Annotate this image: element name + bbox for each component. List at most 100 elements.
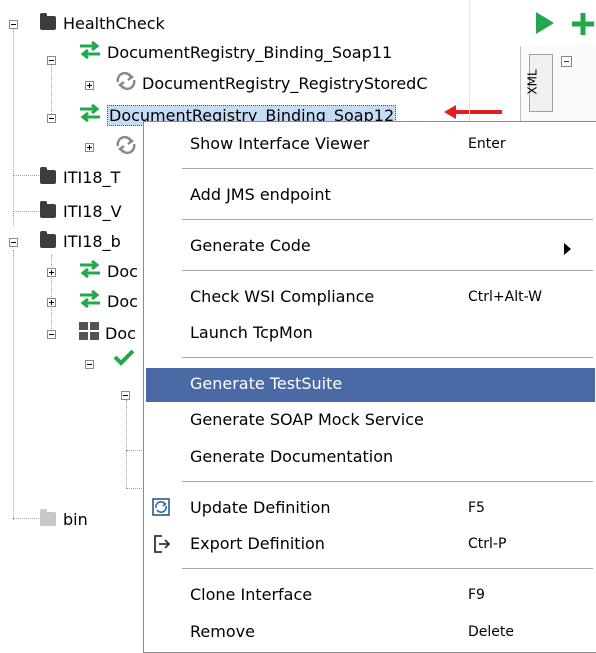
menu-item-remove[interactable]: Remove Delete <box>146 616 595 648</box>
tree-connector <box>126 488 144 489</box>
tree-node-binding-soap11[interactable]: DocumentRegistry_Binding_Soap11 <box>78 40 393 63</box>
menu-item-label: Generate TestSuite <box>190 374 343 393</box>
tree-node-iti18-b[interactable]: ITI18_b <box>40 230 121 252</box>
xml-tab-label: XML <box>525 69 540 95</box>
menu-item-shortcut: Delete <box>468 624 514 640</box>
menu-item-label: Clone Interface <box>190 585 313 604</box>
collapse-icon[interactable] <box>85 360 94 369</box>
menu-item-add-jms-endpoint[interactable]: Add JMS endpoint <box>146 179 595 211</box>
menu-separator <box>182 168 593 170</box>
folder-icon <box>40 509 56 526</box>
tree-node-label: HealthCheck <box>63 13 165 33</box>
interface-arrows-icon <box>78 259 102 282</box>
tree-node-doc-1[interactable]: Doc <box>78 259 138 282</box>
tree-connector <box>51 255 52 335</box>
menu-item-generate-soap-mock-service[interactable]: Generate SOAP Mock Service <box>146 404 595 436</box>
collapse-icon[interactable] <box>9 20 18 29</box>
menu-item-update-definition[interactable]: Update Definition F5 <box>146 492 595 524</box>
update-definition-icon <box>152 498 170 520</box>
grid-interface-icon <box>78 322 100 344</box>
collapse-icon[interactable] <box>9 238 18 247</box>
menu-separator <box>182 270 593 272</box>
tree-connector <box>13 26 14 226</box>
menu-item-label: Generate Documentation <box>190 447 394 466</box>
menu-separator <box>182 219 593 221</box>
toolbar-add-icon[interactable] <box>571 12 595 40</box>
menu-item-shortcut: Ctrl+Alt-W <box>468 289 542 305</box>
menu-separator <box>182 481 593 483</box>
tree-node-doc-3[interactable]: Doc <box>78 322 136 344</box>
interface-arrows-icon <box>78 40 102 63</box>
tree-connector <box>13 518 41 519</box>
tree-node-label: Doc <box>107 291 138 311</box>
collapse-box-icon[interactable] <box>561 56 572 67</box>
menu-item-shortcut: Enter <box>468 136 506 152</box>
tree-node-bin[interactable]: bin <box>40 508 88 530</box>
menu-item-label: Update Definition <box>190 498 331 517</box>
expand-icon[interactable] <box>85 143 94 152</box>
interface-arrows-icon <box>78 289 102 312</box>
menu-item-shortcut: F9 <box>468 587 485 603</box>
tree-node-doc-2[interactable]: Doc <box>78 289 138 312</box>
checkmark-icon <box>113 348 135 370</box>
tree-node-label: bin <box>63 509 88 529</box>
tree-connector <box>51 62 52 114</box>
menu-item-shortcut: Ctrl-P <box>468 536 507 552</box>
tree-node-label: DocumentRegistry_RegistryStoredC <box>142 73 428 93</box>
tree-node-check[interactable] <box>113 348 140 370</box>
context-menu: Show Interface Viewer Enter Add JMS endp… <box>143 121 596 653</box>
tree-node-label: DocumentRegistry_Binding_Soap11 <box>107 42 393 62</box>
collapse-icon[interactable] <box>47 114 56 123</box>
toolbar-run-icon[interactable] <box>534 10 556 40</box>
tree-node-hidden-operation[interactable] <box>115 135 142 158</box>
menu-item-show-interface-viewer[interactable]: Show Interface Viewer Enter <box>146 128 595 160</box>
menu-item-label: Show Interface Viewer <box>190 134 370 153</box>
menu-item-label: Launch TcpMon <box>190 323 313 342</box>
menu-separator <box>182 357 593 359</box>
menu-item-generate-documentation[interactable]: Generate Documentation <box>146 441 595 473</box>
menu-item-label: Generate SOAP Mock Service <box>190 410 424 429</box>
tree-node-iti18-t[interactable]: ITI18_T <box>40 166 120 188</box>
folder-icon <box>40 167 56 184</box>
interface-arrows-icon <box>78 103 102 126</box>
tree-connector <box>13 250 14 520</box>
menu-separator <box>182 568 593 570</box>
menu-item-check-wsi-compliance[interactable]: Check WSI Compliance Ctrl+Alt-W <box>146 281 595 313</box>
tree-node-stored-query[interactable]: DocumentRegistry_RegistryStoredC <box>115 71 428 94</box>
collapse-icon[interactable] <box>121 391 130 400</box>
menu-item-label: Generate Code <box>190 236 311 255</box>
menu-item-shortcut: F5 <box>468 500 485 516</box>
xml-tab[interactable]: XML <box>525 54 553 112</box>
expand-icon[interactable] <box>47 268 56 277</box>
menu-item-clone-interface[interactable]: Clone Interface F9 <box>146 579 595 611</box>
menu-item-generate-testsuite[interactable]: Generate TestSuite <box>146 368 595 402</box>
tree-connector <box>126 400 127 488</box>
folder-icon <box>40 13 56 30</box>
menu-item-label: Add JMS endpoint <box>190 185 331 204</box>
tree-connector <box>126 450 144 451</box>
export-definition-icon <box>152 534 172 558</box>
collapse-icon[interactable] <box>47 56 56 65</box>
expand-icon[interactable] <box>85 81 94 90</box>
menu-item-generate-code[interactable]: Generate Code <box>146 230 595 262</box>
tree-node-label: Doc <box>105 323 136 343</box>
menu-item-export-definition[interactable]: Export Definition Ctrl-P <box>146 528 595 560</box>
operation-cycle-icon <box>115 135 137 158</box>
menu-item-launch-tcpmon[interactable]: Launch TcpMon <box>146 317 595 349</box>
expand-icon[interactable] <box>47 298 56 307</box>
folder-icon <box>40 231 56 248</box>
submenu-arrow-icon <box>564 240 572 259</box>
tree-node-healthcheck[interactable]: HealthCheck <box>40 12 165 34</box>
tree-node-label: ITI18_T <box>63 167 121 187</box>
tree-connector <box>13 175 41 176</box>
tree-node-label: ITI18_b <box>63 231 121 251</box>
menu-item-label: Check WSI Compliance <box>190 287 375 306</box>
tree-node-label: ITI18_V <box>63 201 122 221</box>
tree-node-iti18-v[interactable]: ITI18_V <box>40 200 122 222</box>
folder-icon <box>40 201 56 218</box>
tree-connector <box>13 211 41 212</box>
menu-item-label: Remove <box>190 622 255 641</box>
menu-item-label: Export Definition <box>190 534 325 553</box>
operation-cycle-icon <box>115 71 137 94</box>
collapse-icon[interactable] <box>47 330 56 339</box>
